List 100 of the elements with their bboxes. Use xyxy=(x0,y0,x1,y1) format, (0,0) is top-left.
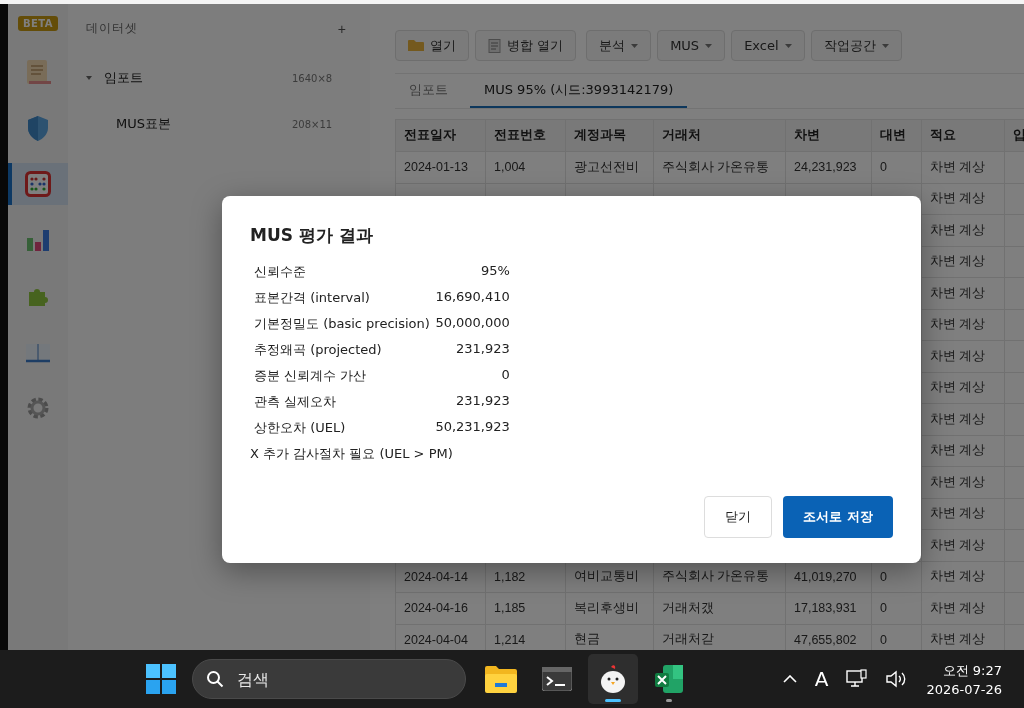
conclusion-text: X 추가 감사절차 필요 (UEL > PM) xyxy=(250,445,454,463)
table-cell: 거래처갇 xyxy=(662,632,714,647)
column-header[interactable]: 전표일자 xyxy=(395,119,486,152)
column-header[interactable]: 전표번호 xyxy=(485,119,566,152)
terminal-icon xyxy=(542,667,572,691)
table-cell: 차변 계상 xyxy=(930,317,986,332)
result-value: 231,923 xyxy=(455,393,510,410)
table-cell: 차변 계상 xyxy=(930,506,986,521)
network-icon[interactable] xyxy=(846,669,869,689)
table-cell: 차변 계상 xyxy=(930,254,986,269)
table-cell: 주식회사 가온유통 xyxy=(662,159,770,174)
dialog-button[interactable]: 닫기 xyxy=(704,496,773,538)
table-cell: 0 xyxy=(880,632,887,647)
result-value: 95% xyxy=(479,263,510,280)
column-header[interactable]: 적요 xyxy=(921,119,1005,152)
table-cell: 차변 계상 xyxy=(930,411,986,426)
result-label: 표본간격 (interval) xyxy=(254,289,371,307)
column-header[interactable]: 거래처 xyxy=(653,119,786,152)
input-method-indicator[interactable]: A xyxy=(814,667,829,691)
search-field[interactable]: 검색 xyxy=(192,659,466,699)
toolbar-button[interactable]: 작업공간 xyxy=(810,30,902,61)
toolbar-button[interactable]: 분석 xyxy=(586,30,652,61)
table-cell: 0 xyxy=(880,569,887,584)
table-cell: 주식회사 가온유통 xyxy=(662,569,770,584)
folder-icon xyxy=(485,665,517,693)
table-cell: 24,231,923 xyxy=(794,160,857,175)
table-cell: 차변 계상 xyxy=(930,569,986,584)
table-cell: 2024-04-16 xyxy=(404,601,468,616)
chick-icon xyxy=(599,664,627,694)
result-label: 기본정밀도 (basic precision) xyxy=(254,315,430,333)
table-cell: 차변 계상 xyxy=(930,191,986,206)
table-cell: 차변 계상 xyxy=(930,380,986,395)
column-header[interactable]: 계정과목 xyxy=(565,119,654,152)
table-cell: 1,214 xyxy=(494,632,526,647)
panel-title: 데이터셋 xyxy=(86,20,138,37)
clock-time[interactable]: 오전 9:27 xyxy=(942,661,1002,680)
document-icon xyxy=(488,38,501,53)
tree-item[interactable]: 임포트 1640×8 xyxy=(86,55,348,101)
search-icon xyxy=(206,670,224,688)
shield-icon xyxy=(26,114,50,142)
table-cell: 복리후생비 xyxy=(574,600,639,615)
result-value: 50,231,923 xyxy=(434,419,510,436)
table-cell: 광고선전비 xyxy=(574,159,639,174)
bar-chart-icon xyxy=(26,228,50,252)
column-header[interactable]: 입 xyxy=(1004,119,1024,152)
caret-icon xyxy=(881,43,889,48)
toolbar-button[interactable]: Excel xyxy=(731,30,805,61)
result-value: 0 xyxy=(500,367,510,384)
table-cell: 차변 계상 xyxy=(930,348,986,363)
result-label: 상한오차 (UEL) xyxy=(254,419,347,437)
table-cell: 17,183,931 xyxy=(794,601,857,616)
caret-icon xyxy=(784,43,792,48)
expand-caret-icon[interactable] xyxy=(86,75,92,81)
table-cell: 2024-01-13 xyxy=(404,160,468,175)
table-cell: 41,019,270 xyxy=(794,569,857,584)
dialog-button[interactable]: 조서로 저장 xyxy=(783,496,893,538)
chevron-up-icon[interactable] xyxy=(782,675,797,683)
toolbar-button[interactable]: 병합 열기 xyxy=(475,30,577,61)
table-cell: 차변 계상 xyxy=(930,159,986,174)
taskbar-app[interactable] xyxy=(588,654,638,704)
table-cell: 1,182 xyxy=(494,569,526,584)
table-cell: 2024-04-04 xyxy=(404,632,468,647)
toolbar-button[interactable]: 열기 xyxy=(395,30,469,61)
result-value: 16,690,410 xyxy=(434,289,510,306)
tree-item[interactable]: MUS표본 208×11 xyxy=(86,101,348,147)
table-cell: 현금 xyxy=(574,632,600,647)
column-header[interactable]: 차변 xyxy=(785,119,872,152)
table-cell: 차변 계상 xyxy=(930,537,986,552)
beta-badge: BETA xyxy=(17,16,59,31)
table-cell: 차변 계상 xyxy=(930,474,986,489)
table-cell: 1,185 xyxy=(494,601,526,616)
table-cell: 여비교통비 xyxy=(574,569,639,584)
tab[interactable]: MUS 95% (시드:3993142179) xyxy=(470,74,688,108)
result-value: 231,923 xyxy=(455,341,510,358)
clock-date[interactable]: 2026-07-26 xyxy=(926,681,1002,697)
toolbar-button[interactable]: MUS xyxy=(657,30,726,61)
caret-icon xyxy=(631,43,639,48)
folder-icon xyxy=(408,39,424,52)
caret-icon xyxy=(705,43,713,48)
result-label: 신뢰수준 xyxy=(254,263,307,281)
abacus-icon xyxy=(25,171,51,197)
table-cell: 0 xyxy=(880,601,887,616)
table-cell: 차변 계상 xyxy=(930,600,986,615)
start-icon[interactable] xyxy=(146,664,176,694)
book-icon xyxy=(25,341,51,363)
table-cell: 차변 계상 xyxy=(930,222,986,237)
scroll-icon xyxy=(25,58,51,86)
table-cell: 거래처갰 xyxy=(662,600,714,615)
table-cell: 차변 계상 xyxy=(930,285,986,300)
dialog-title: MUS 평가 결과 xyxy=(250,224,374,247)
result-label: 관측 실제오차 xyxy=(254,393,338,411)
column-header[interactable]: 대변 xyxy=(871,119,922,152)
result-label: 증분 신뢰계수 가산 xyxy=(254,367,368,385)
tab[interactable]: 임포트 xyxy=(395,74,462,108)
result-value: 50,000,000 xyxy=(434,315,510,332)
settings-icon xyxy=(26,396,50,420)
result-label: 추정왜곡 (projected) xyxy=(254,341,383,359)
sidebar-tab[interactable] xyxy=(8,163,68,205)
table-cell: 1,004 xyxy=(494,160,526,175)
add-button[interactable]: + xyxy=(335,20,348,37)
